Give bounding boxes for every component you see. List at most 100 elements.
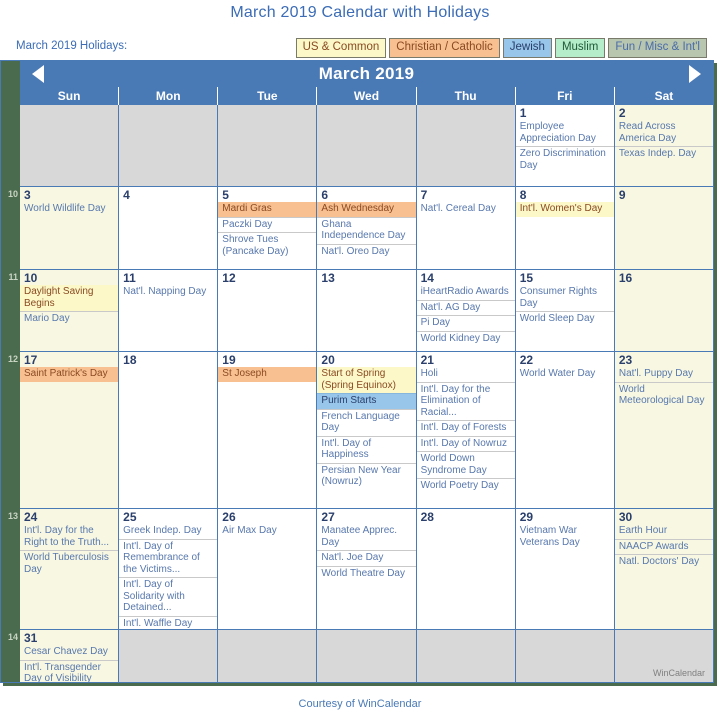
calendar-day-cell[interactable]: 14 iHeartRadio Awards Nat'l. AG Day Pi Day W… xyxy=(416,270,516,352)
event-item[interactable]: World Tuberculosis Day xyxy=(20,550,119,577)
calendar-cell-empty xyxy=(20,105,120,187)
event-item[interactable]: Nat'l. Puppy Day xyxy=(615,367,713,382)
event-item[interactable]: Int'l. Women's Day xyxy=(515,202,614,217)
event-item[interactable]: St Joseph xyxy=(218,367,317,382)
calendar-day-cell[interactable]: 29 Vietnam War Veterans Day xyxy=(515,509,615,630)
calendar-day-cell[interactable]: 21 Holi Int'l. Day for the Elimination of … xyxy=(416,352,516,509)
event-item[interactable]: Daylight Saving Begins xyxy=(20,285,119,311)
calendar-day-cell[interactable]: 16 xyxy=(614,270,713,352)
event-list: World Wildlife Day xyxy=(20,202,118,217)
calendar-day-cell[interactable]: 28 xyxy=(416,509,516,630)
event-item[interactable]: Shrove Tues (Pancake Day) xyxy=(218,232,317,259)
event-item[interactable]: Int'l. Day of Happiness xyxy=(317,435,416,463)
calendar-day-cell[interactable]: 27 Manatee Apprec. Day Nat'l. Joe Day World… xyxy=(317,509,417,630)
event-item[interactable]: World Theatre Day xyxy=(317,565,416,582)
event-item[interactable]: Int'l. Day of Nowruz xyxy=(416,435,515,452)
calendar-day-cell[interactable]: 31 Cesar Chavez Day Int'l. Transgender Day… xyxy=(20,630,120,682)
event-item[interactable]: Paczki Day xyxy=(218,216,317,233)
legend-chip-catholic[interactable]: Christian / Catholic xyxy=(389,38,500,58)
calendar-day-cell[interactable]: 17 Saint Patrick's Day xyxy=(20,352,120,509)
event-item[interactable]: Greek Indep. Day xyxy=(119,524,217,539)
event-item[interactable]: World Poetry Day xyxy=(416,478,515,494)
calendar-day-cell[interactable]: 19 St Joseph xyxy=(218,352,318,509)
event-item[interactable]: iHeartRadio Awards xyxy=(417,285,515,300)
event-item[interactable]: Start of Spring (Spring Equinox) xyxy=(317,367,416,393)
calendar-day-cell[interactable]: 18 xyxy=(119,352,219,509)
day-number: 28 xyxy=(420,510,434,524)
calendar-day-cell[interactable]: 22 World Water Day xyxy=(515,352,615,509)
calendar-day-cell[interactable]: 8 Int'l. Women's Day xyxy=(515,187,615,270)
event-item[interactable]: Mardi Gras xyxy=(218,202,317,217)
day-number: 31 xyxy=(24,631,38,645)
day-number: 22 xyxy=(519,353,534,367)
calendar-cell-empty xyxy=(119,105,219,187)
calendar-day-cell[interactable]: 13 xyxy=(317,270,417,352)
calendar-day-cell[interactable]: 4 xyxy=(119,187,219,270)
event-item[interactable]: Int'l. Waffle Day xyxy=(119,615,218,630)
event-item[interactable]: Nat'l. Napping Day xyxy=(119,285,217,300)
legend-chip-jewish[interactable]: Jewish xyxy=(502,38,552,58)
event-item[interactable]: Persian New Year (Nowruz) xyxy=(317,462,416,490)
event-item[interactable]: Earth Hour xyxy=(615,524,713,539)
event-item[interactable]: World Sleep Day xyxy=(515,311,614,327)
event-item[interactable]: Ghana Independence Day xyxy=(317,216,416,244)
calendar-day-cell[interactable]: 2 Read Across America Day Texas Indep. Day xyxy=(614,105,713,187)
event-item[interactable]: Nat'l. Oreo Day xyxy=(317,243,416,260)
footer-credit[interactable]: Courtesy of WinCalendar xyxy=(0,698,720,710)
event-item[interactable]: Int'l. Day of Solidarity with Detained..… xyxy=(119,577,218,616)
event-item[interactable]: Texas Indep. Day xyxy=(614,146,713,162)
event-item[interactable]: Manatee Apprec. Day xyxy=(317,524,415,550)
event-item[interactable]: World Water Day xyxy=(516,367,614,382)
calendar-day-cell[interactable]: 9 xyxy=(614,187,713,270)
prev-month-arrow-icon[interactable] xyxy=(32,65,44,83)
event-item[interactable]: Nat'l. Joe Day xyxy=(317,550,416,566)
calendar-day-cell[interactable]: 15 Consumer Rights Day World Sleep Day xyxy=(515,270,615,352)
event-item[interactable]: Employee Appreciation Day xyxy=(516,120,614,146)
event-item[interactable]: Int'l. Day for the Elimination of Racial… xyxy=(416,381,515,421)
event-item[interactable]: Purim Starts xyxy=(317,393,416,409)
calendar-day-cell[interactable]: 6 Ash Wednesday Ghana Independence Day Nat'… xyxy=(317,187,417,270)
legend-chip-fun[interactable]: Fun / Misc & Int'l xyxy=(608,38,707,58)
calendar-day-cell[interactable]: 12 xyxy=(218,270,318,352)
event-item[interactable]: Mario Day xyxy=(20,311,119,327)
event-item[interactable]: Int'l. Day of Remembrance of the Victims… xyxy=(119,538,218,578)
event-list: iHeartRadio Awards Nat'l. AG Day Pi Day Wor… xyxy=(416,285,515,347)
calendar-day-cell[interactable]: 24 Int'l. Day for the Right to the Truth.… xyxy=(20,509,120,630)
calendar-day-cell[interactable]: 5 Mardi Gras Paczki Day Shrove Tues (Pancak… xyxy=(218,187,318,270)
event-item[interactable]: Air Max Day xyxy=(218,524,316,539)
event-item[interactable]: Ash Wednesday xyxy=(317,202,416,217)
calendar-day-cell[interactable]: 23 Nat'l. Puppy Day World Meteorological D… xyxy=(614,352,713,509)
event-item[interactable]: World Wildlife Day xyxy=(20,202,118,217)
event-item[interactable]: Int'l. Transgender Day of Visibility xyxy=(20,659,119,682)
event-item[interactable]: Int'l. Day of Forests xyxy=(416,420,515,436)
calendar-day-cell[interactable]: 1 Employee Appreciation Day Zero Discrimin… xyxy=(515,105,615,187)
event-item[interactable]: Pi Day xyxy=(416,315,515,331)
event-item[interactable]: Consumer Rights Day xyxy=(516,285,614,311)
calendar-day-cell[interactable]: 30 Earth Hour NAACP Awards Natl. Doctors' D… xyxy=(614,509,713,630)
event-item[interactable]: World Kidney Day xyxy=(416,330,515,347)
event-item[interactable]: Int'l. Day for the Right to the Truth... xyxy=(20,524,118,550)
calendar-day-cell[interactable]: 7 Nat'l. Cereal Day xyxy=(416,187,516,270)
event-item[interactable]: Cesar Chavez Day xyxy=(20,645,118,660)
event-item[interactable]: Holi xyxy=(417,367,515,382)
event-item[interactable]: World Down Syndrome Day xyxy=(416,451,515,478)
event-item[interactable]: Natl. Doctors' Day xyxy=(614,554,713,570)
event-item[interactable]: French Language Day xyxy=(317,408,416,436)
next-month-arrow-icon[interactable] xyxy=(689,65,701,83)
calendar-day-cell[interactable]: 10 Daylight Saving Begins Mario Day xyxy=(20,270,120,352)
event-item[interactable]: Zero Discrimination Day xyxy=(515,146,614,173)
event-item[interactable]: NAACP Awards xyxy=(614,538,713,555)
event-item[interactable]: Vietnam War Veterans Day xyxy=(516,524,614,550)
calendar-day-cell[interactable]: 26 Air Max Day xyxy=(218,509,318,630)
event-item[interactable]: World Meteorological Day xyxy=(614,381,713,409)
calendar-day-cell[interactable]: 20 Start of Spring (Spring Equinox) Purim … xyxy=(317,352,417,509)
calendar-day-cell[interactable]: 3 World Wildlife Day xyxy=(20,187,120,270)
legend-chip-us[interactable]: US & Common xyxy=(295,38,387,58)
calendar-day-cell[interactable]: 25 Greek Indep. Day Int'l. Day of Remembra… xyxy=(119,509,219,630)
event-item[interactable]: Nat'l. Cereal Day xyxy=(417,202,515,217)
event-item[interactable]: Nat'l. AG Day xyxy=(416,299,515,316)
event-item[interactable]: Read Across America Day xyxy=(615,120,713,146)
legend-chip-muslim[interactable]: Muslim xyxy=(554,38,606,58)
event-item[interactable]: Saint Patrick's Day xyxy=(20,367,119,382)
calendar-day-cell[interactable]: 11 Nat'l. Napping Day xyxy=(119,270,219,352)
